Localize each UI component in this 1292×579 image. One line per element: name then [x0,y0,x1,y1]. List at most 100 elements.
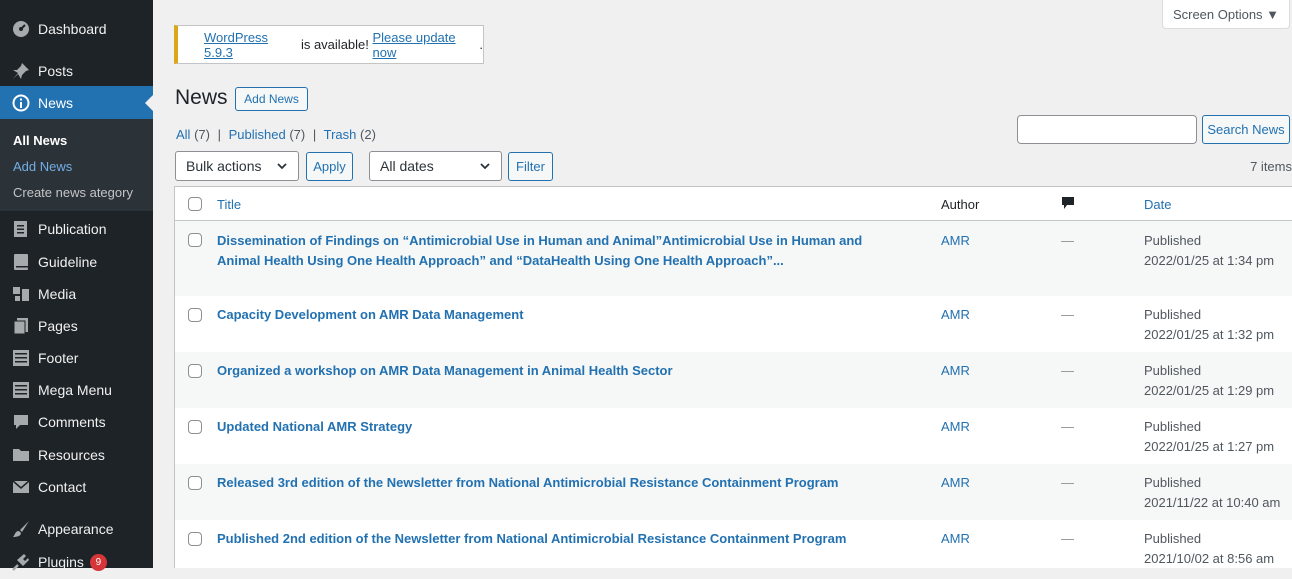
submenu-create-category[interactable]: Create news ategory [13,185,133,200]
submenu-add-news[interactable]: Add News [13,159,72,174]
date-filter-value: All dates [380,158,434,174]
table-row: Organized a workshop on AMR Data Managem… [175,352,1292,408]
row-date-value: 2021/11/22 at 10:40 am [1144,495,1281,510]
row-checkbox[interactable] [188,420,202,434]
sidebar-item-label: Mega Menu [38,382,112,398]
book-icon [11,252,31,272]
separator: | [217,127,221,142]
submenu-all-news[interactable]: All News [13,133,67,148]
sidebar-item-appearance[interactable]: Appearance [0,512,153,546]
sidebar-item-footer[interactable]: Footer [0,341,153,375]
sidebar-item-dashboard[interactable]: Dashboard [0,12,153,46]
table-row: Capacity Development on AMR Data Managem… [175,296,1292,352]
screen-options-button[interactable]: Screen Options ▼ [1162,0,1290,29]
row-status: Published [1144,363,1202,378]
filter-trash-link[interactable]: Trash (2) [324,127,376,142]
sidebar-item-news[interactable]: News [0,86,153,120]
row-comments: — [1061,233,1074,248]
folder-icon [11,445,31,465]
apply-button[interactable]: Apply [306,152,353,181]
sidebar-item-label: Media [38,286,77,302]
row-checkbox[interactable] [188,364,202,378]
sidebar-item-label: Appearance [38,521,114,537]
filter-button[interactable]: Filter [508,152,553,181]
sidebar-item-label: Contact [38,479,87,495]
date-filter-select[interactable]: All dates [369,151,502,181]
sidebar-item-label: Guideline [38,254,98,270]
row-status: Published [1144,531,1202,546]
row-checkbox[interactable] [188,476,202,490]
sidebar-item-label: Comments [38,414,106,430]
admin-sidebar: Dashboard Posts News All News Add News C… [0,0,153,571]
row-comments: — [1061,419,1074,434]
row-date-value: 2022/01/25 at 1:34 pm [1144,253,1275,268]
table-row: Published 2nd edition of the Newsletter … [175,520,1292,568]
select-all-checkbox[interactable] [188,197,202,211]
row-title-link[interactable]: Dissemination of Findings on “Antimicrob… [217,231,907,271]
wordpress-version-link[interactable]: WordPress 5.9.3 [204,30,297,60]
row-author-link[interactable]: AMR [941,307,970,322]
table-row: Dissemination of Findings on “Antimicrob… [175,221,1292,296]
news-table: Title Author Date Dissemination of Findi… [174,186,1292,568]
row-title-link[interactable]: Updated National AMR Strategy [217,417,907,437]
row-author-link[interactable]: AMR [941,419,970,434]
document-icon [11,219,31,239]
chevron-down-icon [276,158,288,177]
sidebar-item-plugins[interactable]: Plugins 9 [0,545,153,579]
notice-end: . [479,37,483,52]
row-comments: — [1061,475,1074,490]
filter-published-link[interactable]: Published (7) [229,127,306,142]
row-title-link[interactable]: Published 2nd edition of the Newsletter … [217,529,907,549]
bulk-actions-value: Bulk actions [186,158,262,174]
table-icon [11,380,31,400]
row-author-link[interactable]: AMR [941,233,970,248]
sidebar-item-contact[interactable]: Contact [0,470,153,504]
row-author-link[interactable]: AMR [941,363,970,378]
brush-icon [11,519,31,539]
row-date-value: 2022/01/25 at 1:29 pm [1144,383,1275,398]
notice-text: is available! [297,37,373,52]
comment-icon[interactable] [1061,196,1075,213]
pin-icon [11,61,31,81]
chevron-down-icon [479,158,491,177]
row-status: Published [1144,233,1202,248]
row-title-link[interactable]: Organized a workshop on AMR Data Managem… [217,361,907,381]
sidebar-item-publication[interactable]: Publication [0,212,153,246]
table-icon [11,348,31,368]
column-title[interactable]: Title [217,197,241,212]
row-author-link[interactable]: AMR [941,475,970,490]
add-news-button[interactable]: Add News [235,87,308,111]
sidebar-item-guideline[interactable]: Guideline [0,245,153,279]
search-input[interactable] [1017,115,1197,144]
sidebar-item-mega-menu[interactable]: Mega Menu [0,373,153,407]
bulk-actions-select[interactable]: Bulk actions [175,151,299,181]
comment-icon [11,412,31,432]
row-date: Published 2022/01/25 at 1:27 pm [1144,417,1274,457]
row-title-link[interactable]: Capacity Development on AMR Data Managem… [217,305,907,325]
update-now-link[interactable]: Please update now [373,30,480,60]
filter-all-link[interactable]: All (7) [176,127,210,142]
sidebar-item-posts[interactable]: Posts [0,54,153,88]
sidebar-item-comments[interactable]: Comments [0,405,153,439]
row-author-link[interactable]: AMR [941,531,970,546]
row-status: Published [1144,307,1202,322]
row-date-value: 2022/01/25 at 1:27 pm [1144,439,1275,454]
row-title-link[interactable]: Released 3rd edition of the Newsletter f… [217,473,907,493]
sidebar-item-resources[interactable]: Resources [0,438,153,472]
search-news-button[interactable]: Search News [1202,115,1290,144]
status-filter-links: All (7) | Published (7) | Trash (2) [176,127,376,142]
pages-icon [11,316,31,336]
sidebar-item-pages[interactable]: Pages [0,309,153,343]
row-checkbox[interactable] [188,532,202,546]
info-icon [11,93,31,113]
sidebar-item-media[interactable]: Media [0,277,153,311]
column-author: Author [941,197,980,212]
column-date[interactable]: Date [1144,197,1171,212]
sidebar-item-label: Resources [38,447,105,463]
row-checkbox[interactable] [188,308,202,322]
mail-icon [11,477,31,497]
media-icon [11,284,31,304]
news-submenu: All News Add News Create news ategory [0,119,153,211]
sidebar-item-label: Posts [38,63,74,79]
row-checkbox[interactable] [188,233,202,247]
